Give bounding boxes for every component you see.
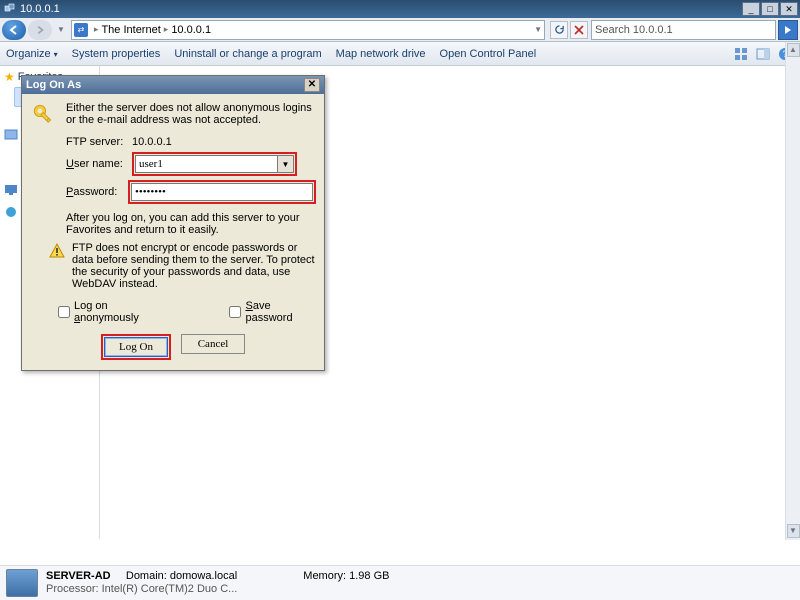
warning-icon (48, 242, 66, 290)
logon-dialog: Log On As ✕ Either the server does not a… (21, 75, 325, 371)
view-mode-icon[interactable] (732, 45, 750, 63)
password-label: Password: (66, 186, 128, 198)
favorites-note: After you log on, you can add this serve… (66, 212, 316, 236)
folder-icon (4, 127, 18, 141)
details-pane: SERVER-AD Domain: domowa.local Memory: 1… (0, 565, 800, 600)
dialog-titlebar[interactable]: Log On As ✕ (22, 76, 324, 94)
username-input[interactable] (135, 155, 278, 173)
system-properties-button[interactable]: System properties (72, 48, 161, 60)
highlight-logon-button: Log On (101, 334, 171, 360)
network-icon (4, 2, 16, 17)
nav-forward-button[interactable] (28, 20, 52, 40)
anonymous-checkbox-box[interactable] (58, 306, 70, 318)
window-titlebar: 10.0.0.1 _ □ ✕ (0, 0, 800, 18)
password-input[interactable] (131, 183, 313, 201)
history-dropdown-icon[interactable]: ▼ (57, 25, 65, 34)
map-network-drive-button[interactable]: Map network drive (336, 48, 426, 60)
maximize-button[interactable]: □ (761, 2, 779, 16)
security-warning: FTP does not encrypt or encode passwords… (72, 242, 316, 290)
chevron-right-icon: ▸ (94, 24, 99, 35)
search-input[interactable]: Search 10.0.0.1 (591, 20, 776, 40)
dialog-title: Log On As (26, 79, 81, 91)
status-host: SERVER-AD (46, 570, 111, 582)
open-control-panel-button[interactable]: Open Control Panel (440, 48, 537, 60)
status-cpu: Processor: Intel(R) Core(TM)2 Duo C... (46, 583, 389, 596)
minimize-button[interactable]: _ (742, 2, 760, 16)
scroll-up-icon[interactable]: ▲ (787, 43, 800, 57)
breadcrumb-part-2[interactable]: 10.0.0.1 (171, 24, 211, 36)
ftp-server-value: 10.0.0.1 (132, 136, 172, 148)
status-domain: Domain: domowa.local (126, 570, 237, 582)
key-icon (30, 102, 58, 128)
save-password-checkbox[interactable]: Save password (229, 300, 316, 324)
breadcrumb-part-1[interactable]: The Internet (101, 24, 160, 36)
breadcrumb-dropdown-icon[interactable]: ▼ (534, 25, 542, 34)
logon-anonymous-checkbox[interactable]: Log on anonymously (58, 300, 169, 324)
highlight-username: ▼ (132, 152, 297, 176)
nav-back-button[interactable] (2, 20, 26, 40)
highlight-password (128, 180, 316, 204)
refresh-button[interactable] (550, 21, 568, 39)
command-bar: Organize System properties Uninstall or … (0, 42, 800, 66)
username-label: User name: (66, 158, 132, 170)
dialog-message: Either the server does not allow anonymo… (66, 102, 316, 128)
status-memory: Memory: 1.98 GB (303, 570, 389, 582)
cancel-button[interactable]: Cancel (181, 334, 245, 354)
stop-button[interactable] (570, 21, 588, 39)
internet-icon: ⇄ (74, 23, 88, 37)
vertical-scrollbar[interactable]: ▲ ▼ (785, 42, 800, 540)
monitor-icon (4, 183, 18, 197)
breadcrumb-bar[interactable]: ⇄ ▸ The Internet ▸ 10.0.0.1 ▼ (71, 20, 545, 40)
dialog-close-button[interactable]: ✕ (304, 78, 320, 92)
scroll-down-icon[interactable]: ▼ (787, 524, 800, 538)
address-bar: ▼ ⇄ ▸ The Internet ▸ 10.0.0.1 ▼ Search 1… (0, 18, 800, 42)
username-dropdown-icon[interactable]: ▼ (278, 155, 294, 173)
window-close-button[interactable]: ✕ (780, 2, 798, 16)
computer-icon (6, 569, 38, 597)
search-placeholder: Search 10.0.0.1 (595, 24, 673, 36)
preview-pane-icon[interactable] (754, 45, 772, 63)
window-title: 10.0.0.1 (20, 3, 60, 15)
ftp-server-label: FTP server: (66, 136, 132, 148)
chevron-right-icon: ▸ (164, 24, 169, 35)
star-icon: ★ (4, 70, 15, 84)
uninstall-program-button[interactable]: Uninstall or change a program (174, 48, 321, 60)
save-password-checkbox-box[interactable] (229, 306, 241, 318)
organize-menu[interactable]: Organize (6, 48, 58, 60)
logon-button[interactable]: Log On (104, 337, 168, 357)
search-go-button[interactable] (778, 20, 798, 40)
network-location-icon (4, 205, 18, 219)
